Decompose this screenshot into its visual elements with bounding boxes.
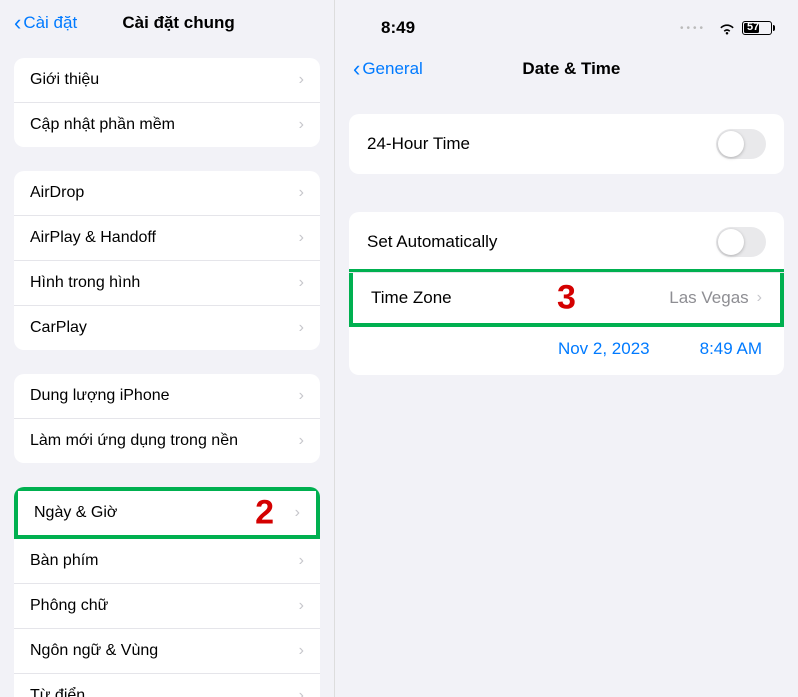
left-settings-pane: ‹ Cài đặt Cài đặt chung Giới thiệu › Cập…	[0, 0, 335, 697]
timezone-value: Las Vegas	[669, 288, 748, 308]
row-label: Làm mới ứng dụng trong nền	[30, 432, 299, 450]
row-software-update[interactable]: Cập nhật phần mềm ›	[14, 103, 320, 147]
row-label: Hình trong hình	[30, 274, 299, 292]
row-pip[interactable]: Hình trong hình ›	[14, 261, 320, 306]
current-time: 8:49 AM	[700, 339, 762, 359]
current-date: Nov 2, 2023	[558, 339, 650, 359]
row-label: Từ điển	[30, 687, 299, 697]
row-about[interactable]: Giới thiệu ›	[14, 58, 320, 103]
row-label: 24-Hour Time	[367, 134, 716, 154]
right-title: Date & Time	[363, 59, 780, 79]
row-airplay[interactable]: AirPlay & Handoff ›	[14, 216, 320, 261]
row-label: Time Zone	[371, 288, 669, 308]
row-set-automatically: Set Automatically	[349, 212, 784, 273]
timezone-highlight: Time Zone 3 Las Vegas ›	[349, 269, 784, 327]
battery-icon: 57	[742, 21, 772, 35]
row-label: Bàn phím	[30, 552, 299, 570]
settings-group-system: Ngày & Giờ 2 › Bàn phím › Phông chữ › Ng…	[14, 487, 320, 697]
chevron-right-icon: ›	[299, 552, 304, 570]
chevron-left-icon: ‹	[353, 56, 360, 82]
chevron-right-icon: ›	[295, 504, 300, 522]
row-label: AirPlay & Handoff	[30, 229, 299, 247]
row-label: Set Automatically	[367, 232, 716, 252]
chevron-right-icon: ›	[299, 432, 304, 450]
chevron-right-icon: ›	[299, 597, 304, 615]
left-scroll[interactable]: Giới thiệu › Cập nhật phần mềm › AirDrop…	[0, 46, 334, 697]
row-current-datetime[interactable]: Nov 2, 2023 8:49 AM	[349, 323, 784, 375]
row-dictionary[interactable]: Từ điển ›	[14, 674, 320, 697]
chevron-right-icon: ›	[757, 289, 762, 307]
status-bar: 8:49 •••• 57	[335, 0, 798, 48]
annotation-number-3: 3	[557, 279, 576, 318]
row-label: Phông chữ	[30, 597, 299, 615]
row-background-refresh[interactable]: Làm mới ứng dụng trong nền ›	[14, 419, 320, 463]
right-header: ‹ General Date & Time	[335, 48, 798, 100]
row-date-time[interactable]: Ngày & Giờ 2 ›	[14, 487, 320, 539]
chevron-right-icon: ›	[299, 319, 304, 337]
row-time-zone[interactable]: Time Zone 3 Las Vegas ›	[353, 273, 780, 323]
row-fonts[interactable]: Phông chữ ›	[14, 584, 320, 629]
row-24-hour: 24-Hour Time	[349, 114, 784, 174]
chevron-right-icon: ›	[299, 116, 304, 134]
settings-group-storage: Dung lượng iPhone › Làm mới ứng dụng tro…	[14, 374, 320, 463]
row-label: Ngôn ngữ & Vùng	[30, 642, 299, 660]
row-carplay[interactable]: CarPlay ›	[14, 306, 320, 350]
row-keyboard[interactable]: Bàn phím ›	[14, 539, 320, 584]
right-date-time-pane: 8:49 •••• 57 ‹ General Date & Time 24-Ho…	[335, 0, 798, 697]
row-airdrop[interactable]: AirDrop ›	[14, 171, 320, 216]
group-24-hour: 24-Hour Time	[349, 114, 784, 174]
chevron-right-icon: ›	[299, 274, 304, 292]
chevron-right-icon: ›	[299, 184, 304, 202]
row-label: CarPlay	[30, 319, 299, 337]
toggle-24-hour[interactable]	[716, 129, 766, 159]
chevron-right-icon: ›	[299, 642, 304, 660]
chevron-left-icon: ‹	[14, 10, 21, 36]
row-label: Giới thiệu	[30, 71, 299, 89]
toggle-set-automatically[interactable]	[716, 227, 766, 257]
left-title: Cài đặt chung	[37, 13, 320, 33]
group-timezone: Set Automatically Time Zone 3 Las Vegas …	[349, 212, 784, 375]
left-header: ‹ Cài đặt Cài đặt chung	[0, 0, 334, 46]
row-label: AirDrop	[30, 184, 299, 202]
row-iphone-storage[interactable]: Dung lượng iPhone ›	[14, 374, 320, 419]
row-label: Cập nhật phần mềm	[30, 116, 299, 134]
chevron-right-icon: ›	[299, 71, 304, 89]
chevron-right-icon: ›	[299, 387, 304, 405]
status-icons: •••• 57	[680, 21, 772, 35]
row-language-region[interactable]: Ngôn ngữ & Vùng ›	[14, 629, 320, 674]
row-label: Dung lượng iPhone	[30, 387, 299, 405]
chevron-right-icon: ›	[299, 687, 304, 697]
chevron-right-icon: ›	[299, 229, 304, 247]
settings-group-connectivity: AirDrop › AirPlay & Handoff › Hình trong…	[14, 171, 320, 350]
battery-percent: 57	[747, 21, 759, 33]
settings-group-about: Giới thiệu › Cập nhật phần mềm ›	[14, 58, 320, 147]
cellular-dots-icon: ••••	[680, 23, 706, 34]
status-time: 8:49	[381, 18, 415, 38]
annotation-number-2: 2	[255, 494, 274, 533]
wifi-icon	[718, 22, 736, 35]
